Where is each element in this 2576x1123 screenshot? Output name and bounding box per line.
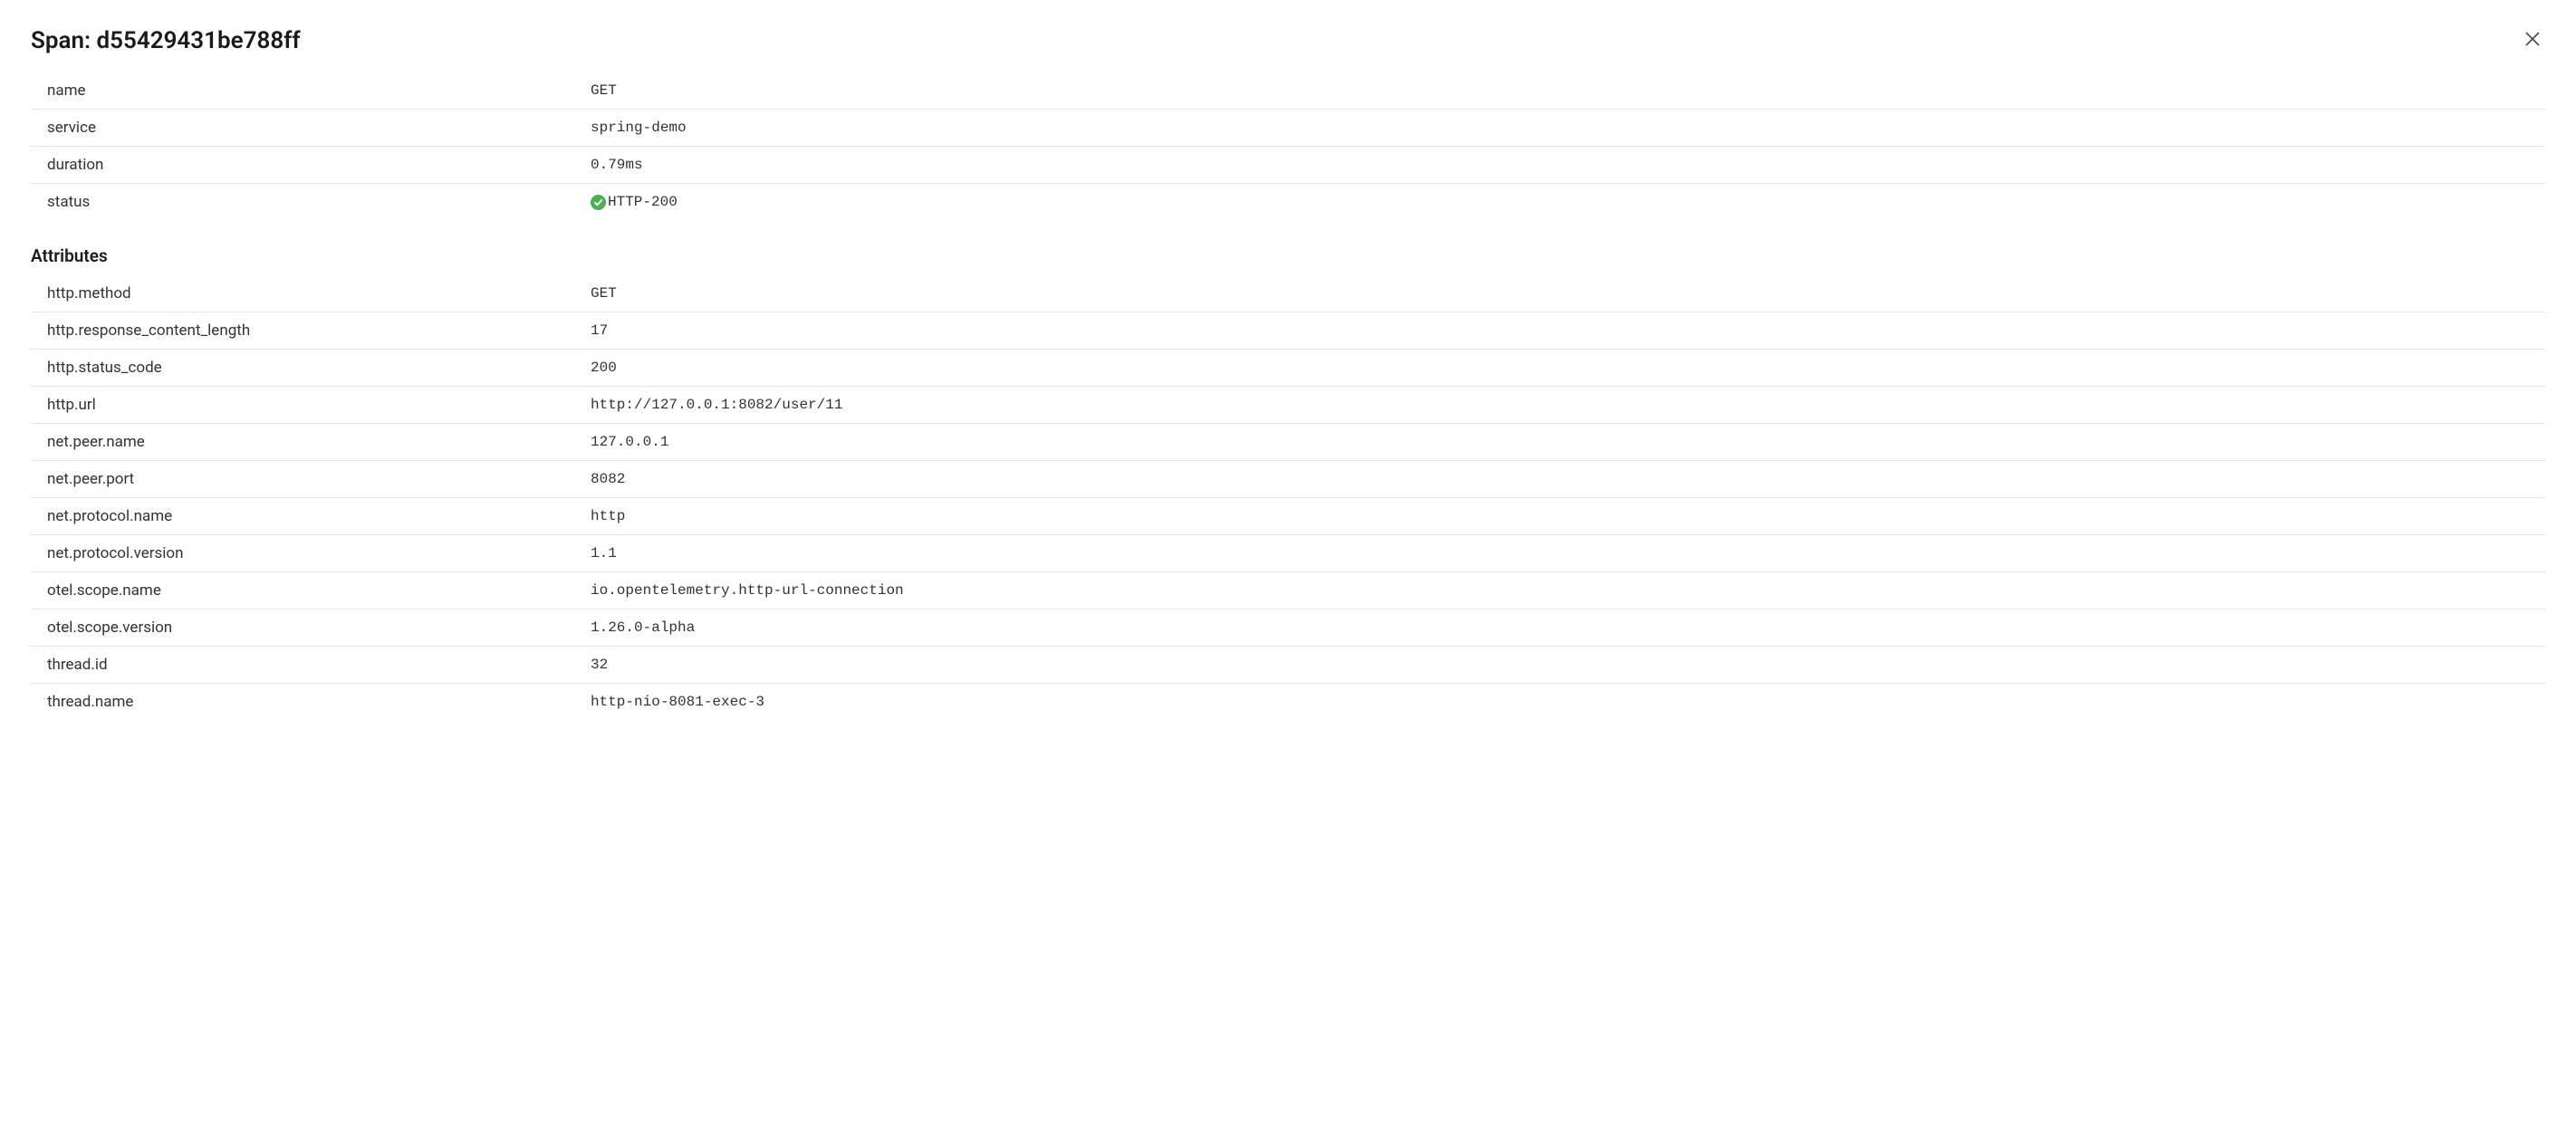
attr-value: GET [591, 82, 2545, 99]
attr-value: io.opentelemetry.http-url-connection [591, 582, 2545, 599]
table-row: http.urlhttp://127.0.0.1:8082/user/11 [31, 387, 2545, 424]
attr-value: 0.79ms [591, 157, 2545, 173]
attr-value-text: 1.26.0-alpha [591, 619, 695, 636]
table-row: net.peer.port8082 [31, 461, 2545, 498]
attr-value: http-nio-8081-exec-3 [591, 694, 2545, 710]
table-row: otel.scope.version1.26.0-alpha [31, 609, 2545, 647]
close-button[interactable] [2520, 28, 2545, 53]
attr-value-text: spring-demo [591, 120, 687, 136]
attr-value-text: GET [591, 285, 617, 302]
table-row: net.protocol.namehttp [31, 498, 2545, 535]
attr-key: net.protocol.version [47, 544, 591, 562]
attr-value-text: GET [591, 82, 617, 99]
table-row: otel.scope.nameio.opentelemetry.http-url… [31, 572, 2545, 609]
attr-value-text: HTTP-200 [608, 194, 678, 210]
table-row: duration0.79ms [31, 147, 2545, 184]
span-title: Span: d55429431be788ff [31, 27, 301, 54]
table-row: http.response_content_length17 [31, 312, 2545, 350]
attr-key: http.url [47, 396, 591, 414]
attr-value-text: 1.1 [591, 545, 617, 562]
attr-value-text: io.opentelemetry.http-url-connection [591, 582, 904, 599]
table-row: nameGET [31, 72, 2545, 110]
attr-value-text: http://127.0.0.1:8082/user/11 [591, 397, 842, 413]
attr-key: service [47, 119, 591, 137]
attr-value-text: 32 [591, 657, 608, 673]
attr-value-text: 17 [591, 322, 608, 339]
attr-value-text: 0.79ms [591, 157, 643, 173]
attr-key: name [47, 82, 591, 100]
attr-key: net.peer.port [47, 470, 591, 488]
attr-key: http.response_content_length [47, 322, 591, 340]
table-row: http.status_code200 [31, 350, 2545, 387]
attr-key: otel.scope.version [47, 619, 591, 637]
attr-value-text: 127.0.0.1 [591, 434, 668, 450]
attr-value: HTTP-200 [591, 194, 2545, 210]
close-icon [2523, 29, 2542, 53]
attr-key: net.peer.name [47, 433, 591, 451]
attr-value: 32 [591, 657, 2545, 673]
table-row: http.methodGET [31, 275, 2545, 312]
attr-key: thread.name [47, 693, 591, 711]
check-circle-icon [591, 195, 606, 210]
table-row: thread.namehttp-nio-8081-exec-3 [31, 684, 2545, 720]
attr-key: duration [47, 156, 591, 174]
attr-value-text: 8082 [591, 471, 625, 487]
attr-value-text: http-nio-8081-exec-3 [591, 694, 764, 710]
attr-key: status [47, 193, 591, 211]
attr-value: 17 [591, 322, 2545, 339]
table-row: net.protocol.version1.1 [31, 535, 2545, 572]
attr-value: 1.26.0-alpha [591, 619, 2545, 636]
attributes-table: http.methodGEThttp.response_content_leng… [31, 275, 2545, 720]
span-header: Span: d55429431be788ff [31, 27, 2545, 54]
table-row: status HTTP-200 [31, 184, 2545, 220]
attr-key: http.status_code [47, 359, 591, 377]
attr-value-text: http [591, 508, 625, 524]
table-row: thread.id32 [31, 647, 2545, 684]
attr-value: http://127.0.0.1:8082/user/11 [591, 397, 2545, 413]
attr-value: 1.1 [591, 545, 2545, 562]
table-row: servicespring-demo [31, 110, 2545, 147]
attr-key: thread.id [47, 656, 591, 674]
table-row: net.peer.name127.0.0.1 [31, 424, 2545, 461]
attributes-heading: Attributes [31, 245, 2545, 266]
attr-key: net.protocol.name [47, 507, 591, 525]
attr-value: 8082 [591, 471, 2545, 487]
attr-value: spring-demo [591, 120, 2545, 136]
summary-table: nameGETservicespring-demoduration0.79mss… [31, 72, 2545, 220]
attr-value: http [591, 508, 2545, 524]
attr-value: GET [591, 285, 2545, 302]
attr-value: 127.0.0.1 [591, 434, 2545, 450]
attr-key: http.method [47, 284, 591, 302]
attr-value-text: 200 [591, 360, 617, 376]
attr-key: otel.scope.name [47, 581, 591, 600]
attr-value: 200 [591, 360, 2545, 376]
